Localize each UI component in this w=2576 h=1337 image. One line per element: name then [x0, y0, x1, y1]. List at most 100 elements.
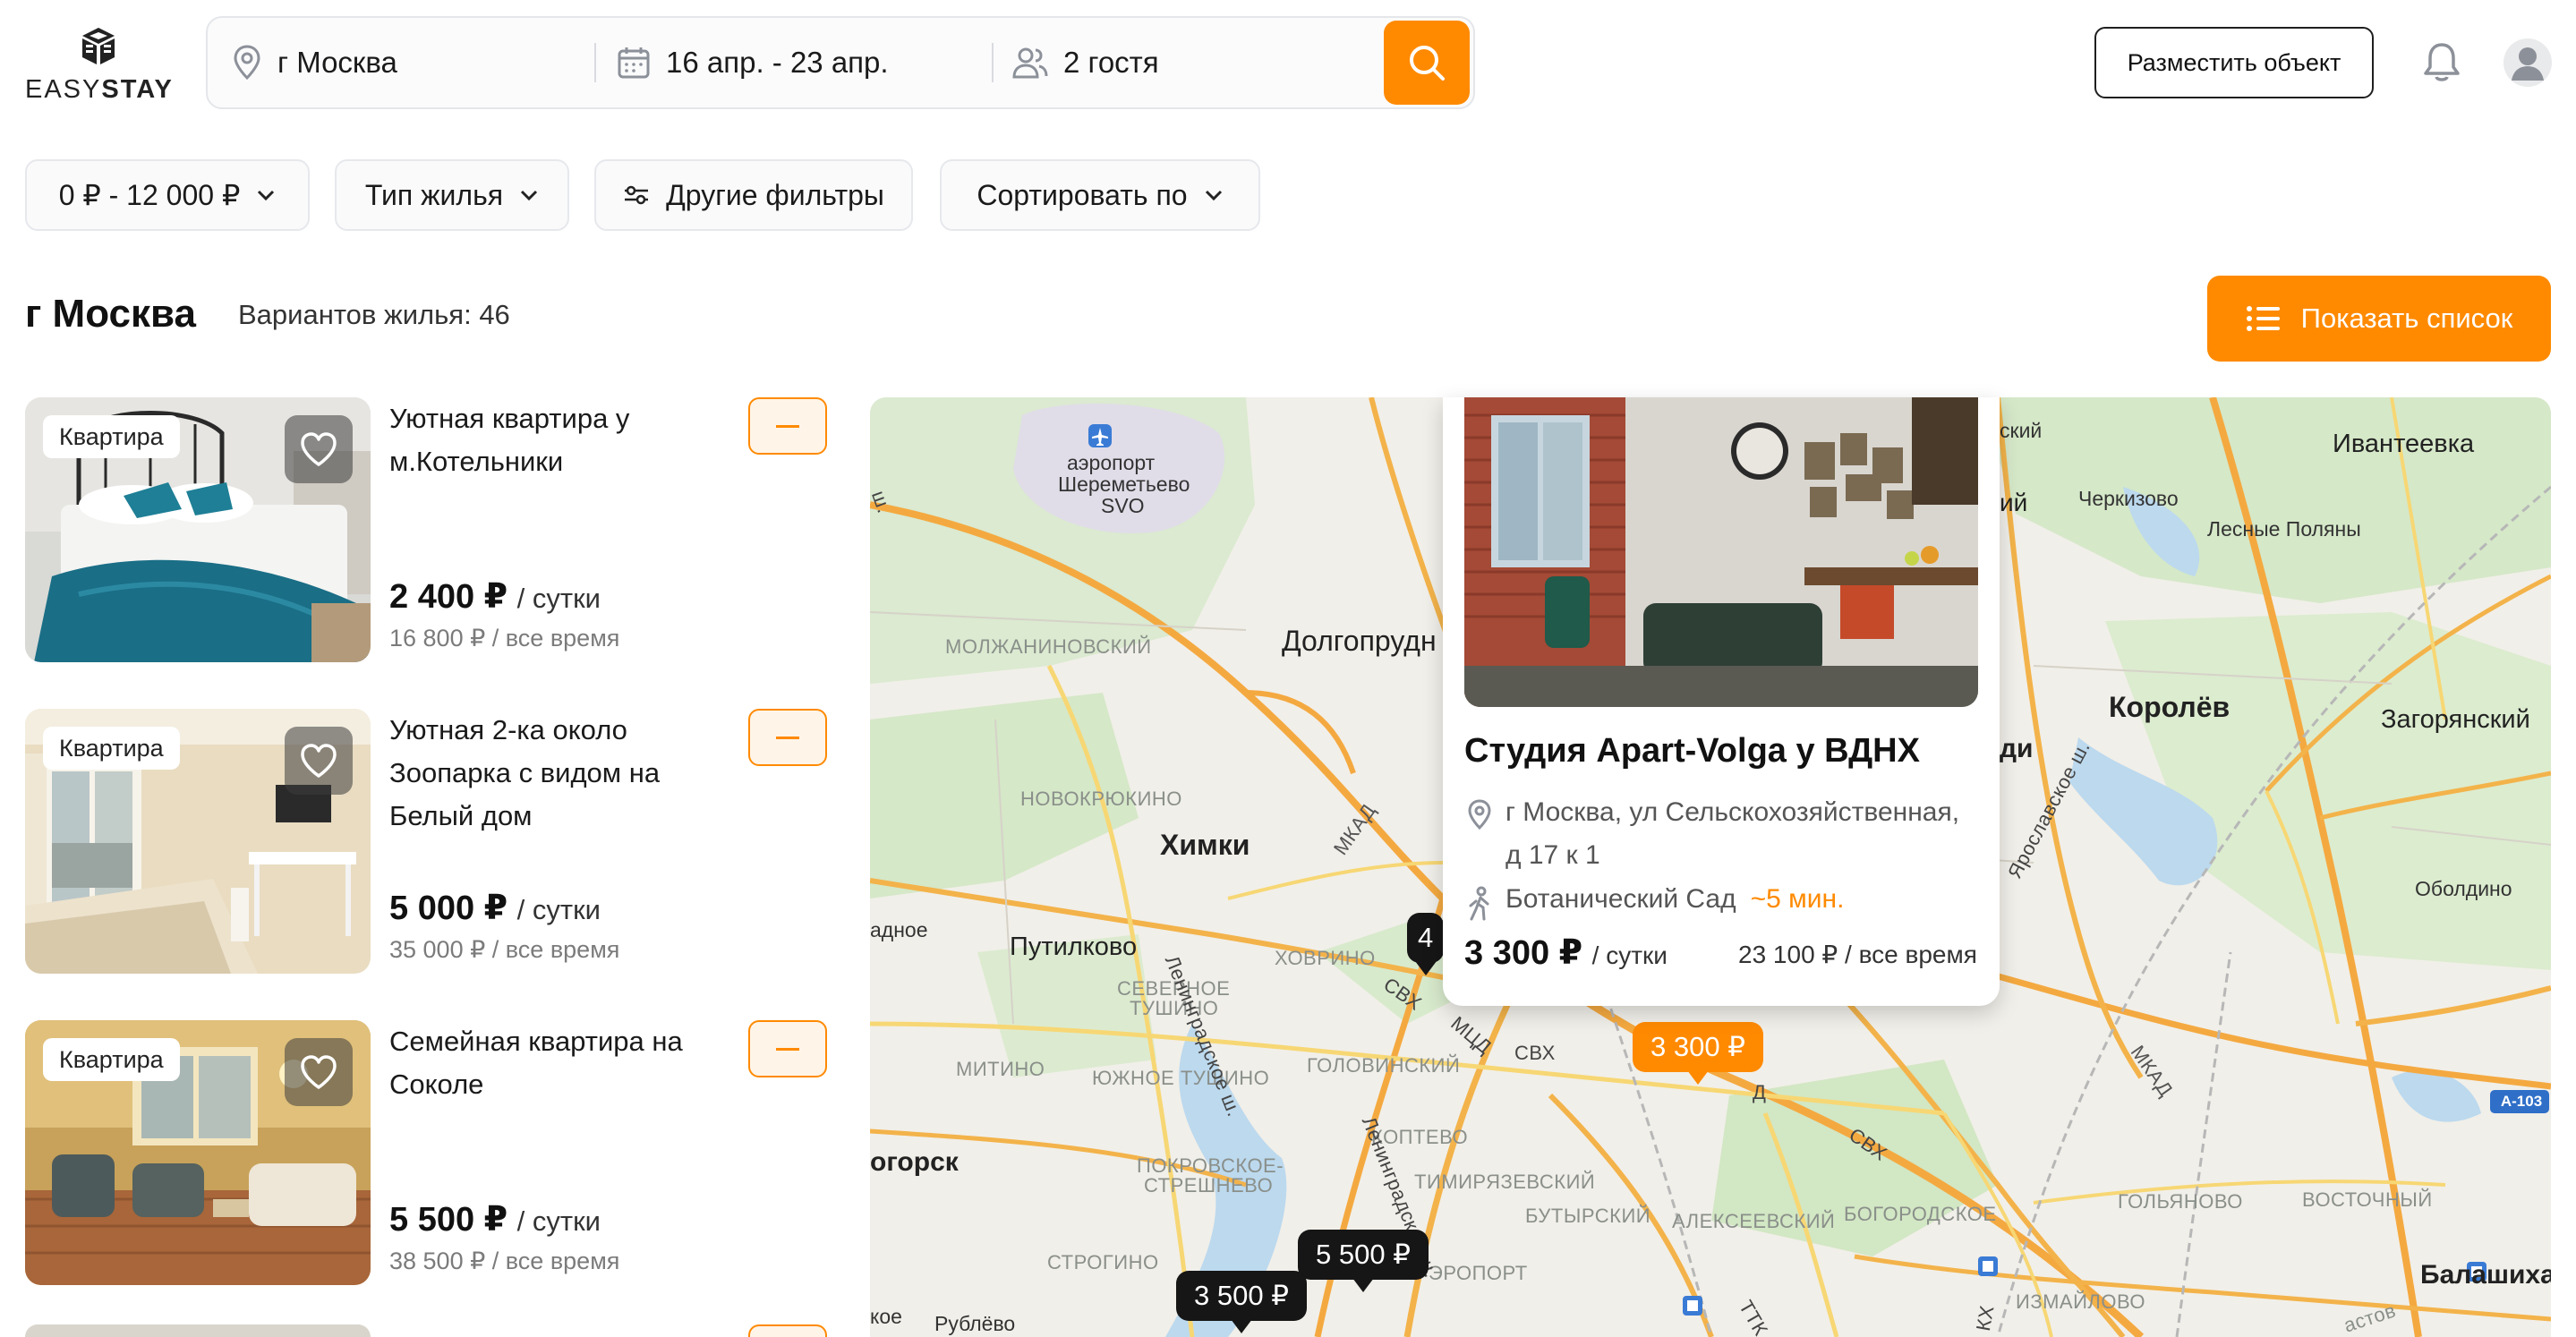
location-field[interactable]: г Москва: [231, 18, 397, 107]
property-type-badge: Квартира: [43, 1038, 180, 1081]
popup-photo[interactable]: [1464, 397, 1978, 707]
map-label: Оболдино: [2415, 877, 2512, 900]
price-pin-selected[interactable]: 3 300 ₽: [1633, 1022, 1763, 1085]
map-label: Ивантеевка: [2333, 430, 2475, 458]
other-filters-label: Другие фильтры: [666, 178, 884, 211]
show-list-button[interactable]: Показать список: [2207, 276, 2551, 362]
map-label: ХОВРИНО: [1275, 947, 1376, 969]
compare-toggle-button[interactable]: [748, 709, 827, 766]
popup-total-price: 23 100 ₽ / все время: [1738, 941, 1977, 968]
map-label: Рублёво: [934, 1312, 1016, 1335]
map-label: адное: [870, 918, 928, 941]
map-label: Шереметьево: [1058, 473, 1190, 496]
dates-field[interactable]: 16 апр. - 23 апр.: [616, 18, 889, 107]
type-filter[interactable]: Тип жилья: [335, 159, 569, 231]
property-type-badge: Квартира: [43, 727, 180, 770]
map-label: ди: [2000, 734, 2034, 763]
search-button[interactable]: [1384, 21, 1470, 105]
map-label: ий: [2000, 489, 2028, 516]
compare-toggle-button[interactable]: [748, 397, 827, 455]
listing-card[interactable]: Квартира Семейная квартира на Соколе 5 5…: [25, 1020, 831, 1289]
minus-icon: [776, 424, 799, 428]
map-label: ЭРОПОРТ: [1429, 1262, 1528, 1284]
price-filter[interactable]: 0 ₽ - 12 000 ₽: [25, 159, 310, 231]
property-type-badge: Квартира: [43, 415, 180, 458]
map-label: ВОСТОЧНЫЙ: [2302, 1188, 2433, 1211]
price-filter-label: 0 ₽ - 12 000 ₽: [58, 179, 241, 211]
other-filters-button[interactable]: Другие фильтры: [594, 159, 913, 231]
page-title: г Москва: [25, 292, 196, 336]
map-label: ИЗМАЙЛОВО: [2016, 1290, 2146, 1313]
map-label: СВХ: [1514, 1042, 1556, 1064]
guests-field[interactable]: 2 гостя: [1011, 18, 1159, 107]
sort-filter[interactable]: Сортировать по: [940, 159, 1260, 231]
search-bar: г Москва 16 апр. - 23 апр. 2 гостя: [206, 16, 1475, 109]
map-label: ТИМИРЯЗЕВСКИЙ: [1414, 1171, 1596, 1193]
listing-card-partial[interactable]: [25, 1324, 371, 1337]
listing-title[interactable]: Семейная квартира на Соколе: [389, 1020, 729, 1106]
map-label: МОЛЖАНИНОВСКИЙ: [945, 635, 1152, 658]
minus-icon: [776, 1047, 799, 1051]
popup-address: г Москва, ул Сельскохозяйственная, д 17 …: [1506, 797, 1960, 870]
listing-photo[interactable]: Квартира: [25, 397, 371, 662]
listing-photo[interactable]: Квартира: [25, 1020, 371, 1285]
compare-toggle-button[interactable]: [748, 1020, 827, 1077]
price-pin[interactable]: 3 500 ₽: [1176, 1271, 1307, 1333]
logo-cube-icon: [82, 28, 115, 64]
map-label: ЮЖНОЕ ТУШИНО: [1092, 1067, 1270, 1089]
listing-total-price: 16 800 ₽ / все время: [389, 625, 620, 651]
map-label: огорск: [870, 1147, 959, 1177]
logo-text: EASYSTAY: [25, 75, 174, 104]
listing-card[interactable]: Квартира Уютная 2-ка около Зоопарка с ви…: [25, 709, 831, 977]
location-value: г Москва: [277, 46, 397, 79]
map-listing-popup[interactable]: Студия Apart-Volga у ВДНХ г Москва, ул С…: [1443, 397, 2000, 1006]
search-icon: [1410, 46, 1445, 81]
map-label: Долгопрудн: [1282, 625, 1437, 657]
map-label: Путилково: [1010, 932, 1138, 961]
heart-icon: [301, 744, 337, 778]
map-label: ский: [2000, 419, 2043, 442]
map-label: НОВОКРЮКИНО: [1020, 788, 1182, 810]
airport-icon: [1088, 424, 1112, 447]
avatar[interactable]: [2503, 38, 2553, 88]
map-label: Королёв: [2109, 691, 2231, 723]
search-divider: [594, 43, 596, 82]
popup-price: 3 300 ₽ / сутки: [1464, 934, 1668, 972]
show-list-label: Показать список: [2300, 302, 2513, 334]
listing-title[interactable]: Уютная 2-ка около Зоопарка с видом на Бе…: [389, 709, 729, 838]
map-pin-icon: [234, 45, 260, 81]
price-pin[interactable]: 4: [1407, 913, 1445, 975]
listing-price: 5 500 ₽ / сутки: [389, 1201, 601, 1239]
favorite-button[interactable]: [285, 727, 353, 795]
map-label: SVO: [1101, 494, 1145, 517]
listing-price: 5 000 ₽ / сутки: [389, 890, 601, 927]
popup-metro: Ботанический Сад ~5 мин.: [1506, 884, 1845, 914]
post-listing-button[interactable]: Разместить объект: [2094, 27, 2374, 98]
sort-filter-label: Сортировать по: [977, 178, 1188, 211]
map-label: Балашиха: [2420, 1260, 2551, 1290]
sliders-icon: [625, 185, 649, 205]
map-pin-icon: [1468, 799, 1491, 830]
dates-value: 16 апр. - 23 апр.: [666, 46, 889, 79]
map-label: Черкизово: [2078, 487, 2179, 510]
map-label: ГОЛОВИНСКИЙ: [1307, 1054, 1461, 1077]
chevron-down-icon: [521, 190, 538, 201]
listing-card[interactable]: Квартира Уютная квартира у м.Котельники …: [25, 397, 831, 666]
favorite-button[interactable]: [285, 415, 353, 483]
map-label: СТРОГИНО: [1047, 1251, 1159, 1273]
map-label: АЛЕКСЕЕВСКИЙ: [1672, 1210, 1836, 1232]
listing-price: 2 400 ₽ / сутки: [389, 578, 601, 616]
logo[interactable]: EASYSTAY: [25, 25, 177, 106]
favorite-button[interactable]: [285, 1038, 353, 1106]
map-label: аэропорт: [1067, 451, 1156, 474]
popup-title[interactable]: Студия Apart-Volga у ВДНХ: [1464, 732, 1920, 771]
listing-title[interactable]: Уютная квартира у м.Котельники: [389, 397, 729, 483]
compare-toggle-button[interactable]: [748, 1324, 827, 1337]
bell-icon[interactable]: [2418, 39, 2465, 86]
studio-photo: [1464, 397, 1978, 707]
listing-photo[interactable]: Квартира: [25, 709, 371, 974]
results-count: Вариантов жилья: 46: [238, 299, 510, 330]
price-pin[interactable]: 5 500 ₽: [1298, 1230, 1429, 1292]
heart-icon: [301, 432, 337, 466]
map-label: СТРЕШНЕВО: [1144, 1174, 1274, 1196]
